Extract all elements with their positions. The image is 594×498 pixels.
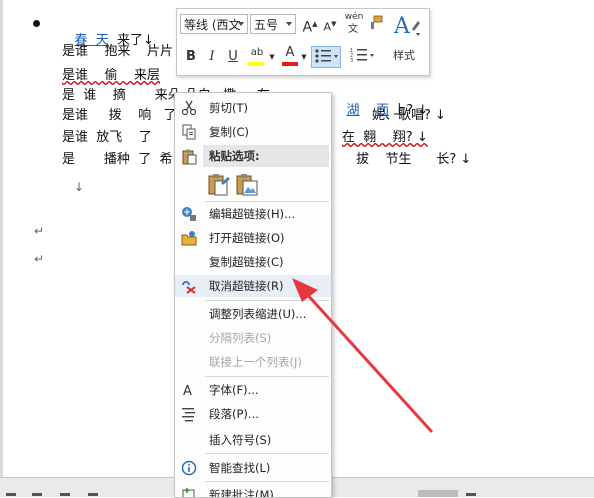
annotation-arrow bbox=[292, 278, 434, 434]
arrow-shaft bbox=[303, 290, 434, 434]
arrow-head bbox=[292, 278, 318, 302]
